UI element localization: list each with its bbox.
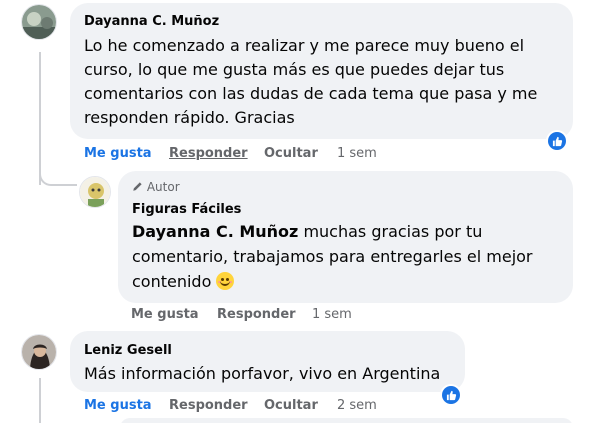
- next-comment-bubble-edge: [120, 418, 573, 423]
- comment-actions: Me gusta Responder Ocultar 2 sem: [84, 398, 404, 414]
- avatar[interactable]: [21, 4, 57, 40]
- timestamp[interactable]: 1 sem: [312, 307, 352, 323]
- comment-text-line: Más información porfavor, vivo en Argent…: [84, 364, 441, 383]
- author-role-label: Autor: [146, 180, 180, 194]
- comment-text: muchas gracias por tu: [298, 222, 483, 241]
- comment-text-line: Lo he comenzado a realizar y me parece m…: [84, 36, 525, 55]
- comment-text-line: responden rápido. Gracias: [84, 108, 295, 127]
- like-icon: [552, 136, 562, 146]
- comment-actions: Me gusta Responder 1 sem: [131, 307, 371, 323]
- comment-text-line: curso, lo que me gusta más es que puedes…: [84, 60, 505, 79]
- hide-button[interactable]: Ocultar: [264, 146, 318, 162]
- timestamp[interactable]: 2 sem: [337, 398, 377, 414]
- comment-author[interactable]: Dayanna C. Muñoz: [84, 14, 219, 30]
- avatar[interactable]: [79, 176, 111, 208]
- reaction-badge[interactable]: [440, 384, 462, 406]
- pencil-icon: [133, 182, 142, 191]
- timestamp[interactable]: 1 sem: [337, 146, 377, 162]
- avatar-photo: [22, 335, 56, 369]
- comment-actions: Me gusta Responder Ocultar 1 sem: [84, 146, 404, 162]
- like-button[interactable]: Me gusta: [131, 307, 199, 323]
- comment-thread: Dayanna C. Muñoz Lo he comenzado a reali…: [0, 0, 598, 423]
- reply-button[interactable]: Responder: [169, 146, 248, 162]
- smiling-face-icon: [216, 272, 235, 290]
- comment-author[interactable]: Figuras Fáciles: [132, 202, 241, 218]
- comment-author[interactable]: Leniz Gesell: [84, 343, 172, 359]
- author-role: Autor: [132, 180, 180, 194]
- comment-text-line: comentarios con las dudas de cada tema q…: [84, 84, 538, 103]
- avatar[interactable]: [21, 334, 57, 370]
- reaction-badge[interactable]: [546, 130, 568, 152]
- reply-button[interactable]: Responder: [217, 307, 296, 323]
- reply-button[interactable]: Responder: [169, 398, 248, 414]
- comment-bubble: Dayanna C. Muñoz Lo he comenzado a reali…: [70, 3, 573, 139]
- comment-text-line: comentario, trabajamos para entregarles …: [132, 247, 533, 266]
- thread-line-curve: [39, 168, 77, 186]
- comment-text: contenido: [132, 272, 217, 291]
- like-icon: [446, 390, 456, 400]
- avatar-photo: [80, 177, 110, 207]
- thread-line-vertical: [39, 52, 41, 185]
- comment-bubble: Leniz Gesell Más información porfavor, v…: [70, 331, 465, 392]
- reply-bubble: Autor Figuras Fáciles Dayanna C. Muñoz m…: [118, 171, 573, 303]
- like-button[interactable]: Me gusta: [84, 146, 152, 162]
- comment-text-line: contenido: [132, 271, 235, 293]
- thread-line-vertical-2: [39, 378, 41, 423]
- avatar-photo: [22, 5, 56, 39]
- mention-link[interactable]: Dayanna C. Muñoz: [132, 222, 298, 241]
- like-button[interactable]: Me gusta: [84, 398, 152, 414]
- comment-text-line: Dayanna C. Muñoz muchas gracias por tu: [132, 221, 482, 243]
- hide-button[interactable]: Ocultar: [264, 398, 318, 414]
